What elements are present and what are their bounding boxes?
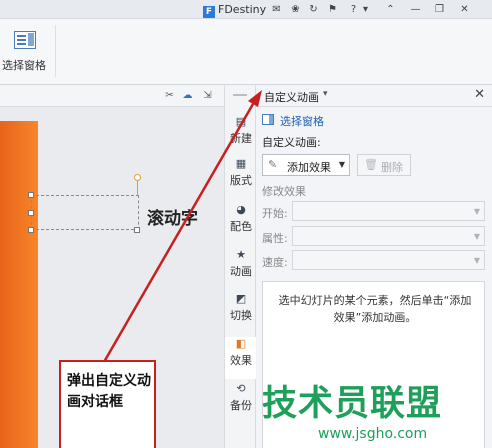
add-effect-label: 添加效果 bbox=[287, 161, 331, 174]
selection-pane-label: 选择窗格 bbox=[2, 59, 46, 72]
username: FDestiny bbox=[218, 3, 267, 16]
pin-icon[interactable]: ✂ bbox=[163, 89, 176, 102]
tab-label: 版式 bbox=[230, 174, 252, 187]
selection-pane-icon bbox=[14, 31, 36, 49]
watermark-url: www.jsgho.com bbox=[318, 426, 428, 442]
speed-label: 速度: bbox=[262, 256, 288, 269]
tab-backup[interactable]: ⟲ 备份 bbox=[225, 382, 257, 424]
tab-effect[interactable]: ◧ 效果 bbox=[225, 337, 257, 379]
start-select[interactable]: ▼ bbox=[292, 201, 485, 221]
mail-icon[interactable]: ✉ bbox=[270, 3, 283, 16]
layout-icon: ▦ bbox=[235, 157, 247, 170]
start-label: 开始: bbox=[262, 207, 288, 220]
restore-icon[interactable]: ❐ bbox=[433, 3, 446, 16]
rotation-handle[interactable] bbox=[134, 174, 141, 181]
tab-label: 配色 bbox=[230, 220, 252, 233]
property-label: 属性: bbox=[262, 232, 288, 245]
pin-icon[interactable]: ⚑ bbox=[326, 3, 339, 16]
hint-text: 选中幻灯片的某个元素，然后单击“添加效果”添加动画。 bbox=[278, 294, 472, 324]
effect-icon: ◧ bbox=[235, 337, 247, 350]
tab-transition[interactable]: ◩ 切换 bbox=[225, 292, 257, 334]
task-pane-tabs: ▤ 新建 ▦ 版式 ◕ 配色 ★ 动画 ◩ 切换 ◧ 效果 ⟲ 备份 bbox=[224, 85, 257, 448]
app-logo-icon: F bbox=[203, 6, 215, 18]
chevron-down-icon: ▼ bbox=[338, 160, 345, 169]
tab-label: 效果 bbox=[230, 354, 252, 367]
backup-icon: ⟲ bbox=[236, 382, 246, 395]
tab-label: 备份 bbox=[230, 399, 252, 412]
slide-title-text[interactable]: 滚动字 bbox=[147, 204, 198, 229]
transition-icon: ◩ bbox=[235, 292, 247, 305]
modify-effect-title: 修改效果 bbox=[262, 185, 306, 198]
chevron-down-icon: ▼ bbox=[473, 207, 480, 216]
minimize-icon[interactable]: — bbox=[409, 3, 422, 16]
resize-handle[interactable] bbox=[28, 227, 34, 233]
pane-title[interactable]: 自定义动画 bbox=[264, 89, 319, 105]
ribbon-separator bbox=[55, 25, 56, 77]
resize-handle[interactable] bbox=[28, 192, 34, 198]
speed-select[interactable]: ▼ bbox=[292, 250, 485, 270]
tab-color[interactable]: ◕ 配色 bbox=[225, 203, 257, 245]
property-select[interactable]: ▼ bbox=[292, 226, 485, 246]
pencil-icon: ✎ bbox=[268, 158, 278, 171]
delete-button[interactable]: 🗑 删除 bbox=[357, 154, 411, 176]
resize-handle[interactable] bbox=[134, 227, 140, 233]
orange-shape[interactable] bbox=[0, 121, 38, 448]
add-effect-button[interactable]: ✎ 添加效果 ▼ bbox=[262, 154, 350, 176]
selection-pane-link-text[interactable]: 选择窗格 bbox=[280, 113, 324, 129]
tab-label: 动画 bbox=[230, 265, 252, 278]
collapse-bar[interactable] bbox=[233, 94, 247, 96]
user-account[interactable]: F FDestiny bbox=[203, 2, 267, 18]
cloud-icon[interactable]: ☁ bbox=[181, 89, 194, 102]
rotation-line bbox=[137, 179, 138, 195]
tab-label: 新建 bbox=[230, 132, 252, 145]
tab-label: 切换 bbox=[230, 309, 252, 322]
selection-pane-icon bbox=[262, 114, 274, 125]
resize-handle[interactable] bbox=[28, 210, 34, 216]
title-bar: F FDestiny ✉ ❀ ↻ ⚑ ? ▾ ⌃ — ❐ ✕ bbox=[0, 0, 492, 19]
tab-animation[interactable]: ★ 动画 bbox=[225, 248, 257, 290]
gift-icon[interactable]: ❀ bbox=[289, 3, 302, 16]
delete-label: 删除 bbox=[381, 161, 403, 174]
tab-layout[interactable]: ▦ 版式 bbox=[225, 157, 257, 199]
chevron-down-icon: ▼ bbox=[473, 232, 480, 241]
custom-animation-label: 自定义动画: bbox=[262, 136, 321, 149]
close-icon[interactable]: ✕ bbox=[474, 88, 485, 102]
selection-pane-button[interactable]: 选择窗格 bbox=[2, 27, 52, 77]
chevron-down-icon[interactable]: ▾ bbox=[323, 89, 328, 99]
watermark-brand: 技术员联盟 bbox=[262, 384, 443, 424]
new-icon: ▤ bbox=[235, 115, 247, 128]
annotation-callout: 弹出自定义动画对话框 bbox=[59, 360, 156, 448]
document-toolbar: ✂ ☁ ⇲ bbox=[0, 85, 229, 107]
help-dropdown-icon[interactable]: ▾ bbox=[359, 3, 372, 16]
palette-icon: ◕ bbox=[236, 203, 246, 216]
refresh-icon[interactable]: ↻ bbox=[307, 3, 320, 16]
animation-icon: ★ bbox=[236, 248, 246, 261]
ribbon: 选择窗格 bbox=[0, 19, 492, 85]
collapse-ribbon-icon[interactable]: ⌃ bbox=[384, 3, 397, 16]
close-icon[interactable]: ✕ bbox=[458, 3, 471, 16]
chevron-down-icon: ▼ bbox=[473, 256, 480, 265]
annotation-text: 弹出自定义动画对话框 bbox=[67, 373, 151, 410]
tab-new[interactable]: ▤ 新建 bbox=[225, 115, 257, 157]
slide-textbox[interactable] bbox=[31, 195, 139, 230]
pane-header: 自定义动画 ▾ ✕ bbox=[256, 85, 492, 107]
export-icon[interactable]: ⇲ bbox=[201, 89, 214, 102]
trash-icon: 🗑 bbox=[364, 158, 378, 171]
